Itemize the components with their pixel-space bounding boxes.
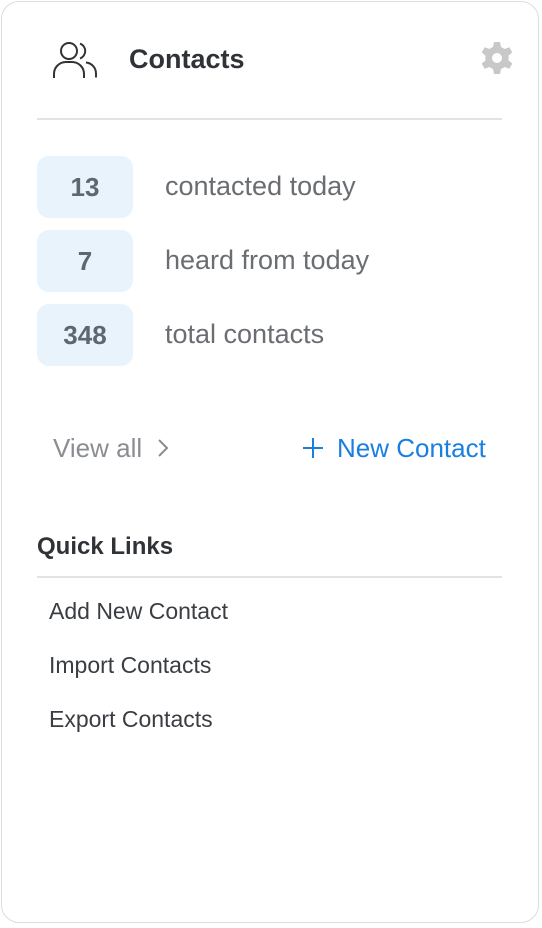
quick-link-import-contacts[interactable]: Import Contacts (49, 652, 211, 679)
stat-value: 13 (37, 156, 133, 218)
chevron-right-icon (158, 439, 169, 457)
view-all-link[interactable]: View all (53, 430, 170, 466)
new-contact-button[interactable]: New Contact (301, 430, 486, 466)
new-contact-label: New Contact (337, 432, 486, 463)
quick-links-divider (37, 576, 502, 578)
page-title: Contacts (129, 44, 245, 74)
stat-heard-from-today: 7 heard from today (37, 230, 502, 294)
stat-total-contacts: 348 total contacts (37, 304, 502, 368)
contacts-icon (53, 42, 98, 78)
stat-label: heard from today (165, 245, 370, 275)
stat-contacted-today: 13 contacted today (37, 156, 502, 220)
quick-link-add-new-contact[interactable]: Add New Contact (49, 598, 228, 625)
quick-link-export-contacts[interactable]: Export Contacts (49, 706, 213, 733)
stat-value: 348 (37, 304, 133, 366)
view-all-label: View all (53, 432, 143, 463)
stat-value: 7 (37, 230, 133, 292)
quick-links-title: Quick Links (37, 533, 174, 560)
gear-icon[interactable] (480, 41, 514, 75)
plus-icon (303, 438, 323, 458)
stat-label: total contacts (165, 319, 325, 349)
stat-label: contacted today (165, 171, 356, 201)
widget-header: Contacts (36, 36, 514, 88)
header-divider (37, 118, 502, 120)
